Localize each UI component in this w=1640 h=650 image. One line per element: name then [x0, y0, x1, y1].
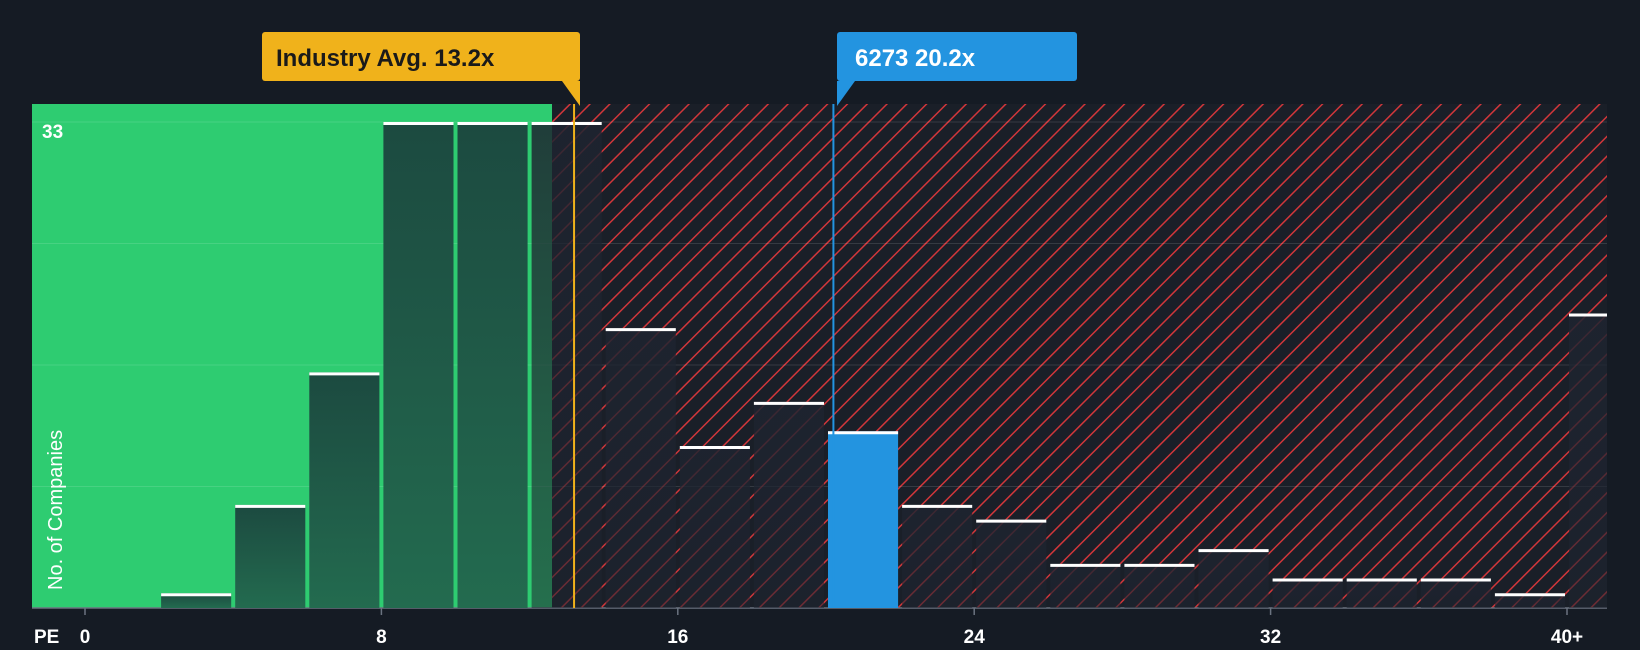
bar-34-36: [1346, 578, 1417, 608]
bar-22-24: [902, 504, 973, 608]
company-callout: 6273 20.2x: [837, 32, 1077, 106]
bar-4-6: [235, 504, 306, 608]
x-tick-label-40+: 40+: [1551, 627, 1583, 648]
bar-30-32: [1198, 549, 1269, 608]
pe-distribution-chart: PE 0 8 16 24 32 40+ 33 No. of Companies Indus…: [0, 0, 1640, 650]
x-tick-label-0: 0: [80, 627, 91, 648]
bar-12-14: [531, 122, 602, 608]
bar-16-18: [679, 446, 750, 608]
bar-26-28: [1050, 563, 1121, 608]
x-tick-label-8: 8: [376, 627, 387, 648]
industry-avg-label: Industry Avg. 13.2x: [276, 45, 495, 72]
company-label: 6273 20.2x: [855, 45, 976, 72]
x-tick-label-32: 32: [1260, 627, 1281, 648]
bar-6-8: [309, 372, 380, 608]
industry-avg-callout: Industry Avg. 13.2x: [262, 32, 580, 106]
bar-10-12: [457, 122, 528, 608]
x-axis-title: PE: [34, 627, 59, 648]
bar-24-26: [976, 519, 1047, 608]
bar-40-42: [1569, 313, 1607, 608]
bar-14-16: [605, 328, 676, 608]
y-max-label: 33: [42, 122, 63, 143]
bar-32-34: [1272, 578, 1343, 608]
industry-avg-pointer: [562, 81, 580, 106]
callouts: Industry Avg. 13.2x 6273 20.2x: [262, 32, 1077, 106]
x-tick-label-24: 24: [964, 627, 986, 648]
company-pointer: [837, 81, 855, 106]
bar-20-22: [828, 431, 899, 608]
x-axis: PE 0 8 16 24 32 40+: [34, 608, 1583, 648]
bar-36-38: [1420, 578, 1491, 608]
x-tick-label-16: 16: [667, 627, 688, 648]
y-axis-title: No. of Companies: [45, 430, 67, 590]
bar-18-20: [753, 401, 824, 608]
bar-28-30: [1124, 563, 1195, 608]
bar-8-10: [383, 122, 454, 608]
chart-svg: PE 0 8 16 24 32 40+ 33 No. of Companies Indus…: [32, 32, 1607, 648]
